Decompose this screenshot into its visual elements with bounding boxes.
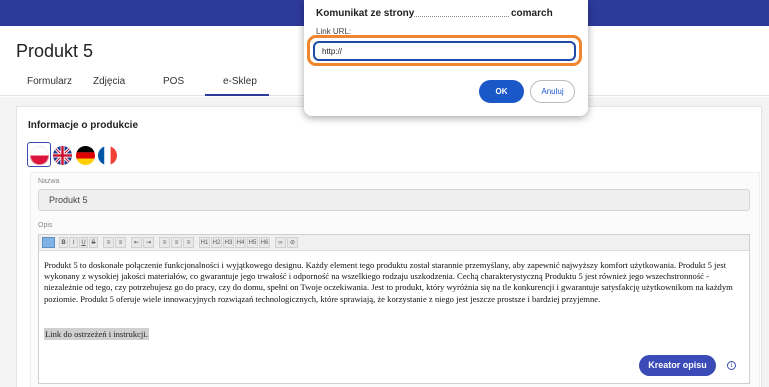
dialog-domain: comarch — [511, 8, 553, 19]
name-field[interactable]: Produkt 5 — [38, 189, 750, 211]
heading-h1-button[interactable]: H1 — [199, 237, 210, 248]
source-icon[interactable] — [42, 237, 55, 248]
info-icon[interactable]: i — [727, 361, 736, 370]
description-label: Opis — [38, 222, 53, 229]
unlink-icon[interactable]: ⊘ — [287, 237, 298, 248]
active-tab-indicator — [205, 94, 269, 96]
kreator-opisu-button[interactable]: Kreator opisu — [639, 355, 716, 376]
align-center-icon[interactable]: ≡ — [171, 237, 182, 248]
dialog-title-separator — [414, 16, 509, 17]
outdent-icon[interactable]: ⇤ — [131, 237, 142, 248]
strikethrough-button[interactable]: S — [89, 237, 98, 248]
unordered-list-icon[interactable]: ≡ — [115, 237, 126, 248]
ok-button[interactable]: OK — [479, 80, 524, 103]
ordered-list-icon[interactable]: ≡ — [103, 237, 114, 248]
bold-button[interactable]: B — [59, 237, 68, 248]
indent-icon[interactable]: ⇥ — [143, 237, 154, 248]
align-left-icon[interactable]: ≡ — [159, 237, 170, 248]
underline-button[interactable]: U — [79, 237, 88, 248]
tab-zdjecia[interactable]: Zdjęcia — [93, 76, 125, 87]
editor-toolbar: B I U S ≡ ≡ ⇤ ⇥ ≡ ≡ ≡ H1 H2 H3 H4 H5 H6 … — [39, 235, 749, 251]
heading-h3-button[interactable]: H3 — [223, 237, 234, 248]
cancel-button[interactable]: Anuluj — [530, 80, 575, 103]
link-icon[interactable]: ∞ — [275, 237, 286, 248]
name-label: Nazwa — [38, 178, 60, 185]
flag-pl-icon[interactable] — [30, 146, 49, 165]
heading-h4-button[interactable]: H4 — [235, 237, 246, 248]
page-title: Produkt 5 — [16, 41, 94, 61]
link-url-input[interactable]: http:// — [313, 41, 576, 61]
italic-button[interactable]: I — [69, 237, 78, 248]
url-prompt-dialog: Komunikat ze strony comarch Link URL: ht… — [304, 0, 588, 116]
dialog-title: Komunikat ze strony — [316, 8, 415, 19]
section-title: Informacje o produkcie — [28, 120, 139, 131]
flag-fr-icon[interactable] — [98, 146, 117, 165]
heading-h5-button[interactable]: H5 — [247, 237, 258, 248]
heading-h6-button[interactable]: H6 — [259, 237, 270, 248]
tab-e-sklep[interactable]: e-Sklep — [223, 76, 257, 87]
flag-en-icon[interactable] — [53, 146, 72, 165]
selected-link-text: Link do ostrzeżeń i instrukcji. — [44, 328, 149, 340]
flag-de-icon[interactable] — [76, 146, 95, 165]
tab-formularz[interactable]: Formularz — [27, 76, 72, 87]
tab-pos[interactable]: POS — [163, 76, 184, 87]
heading-h2-button[interactable]: H2 — [211, 237, 222, 248]
align-right-icon[interactable]: ≡ — [183, 237, 194, 248]
description-text: Produkt 5 to doskonałe połączenie funkcj… — [44, 260, 733, 304]
